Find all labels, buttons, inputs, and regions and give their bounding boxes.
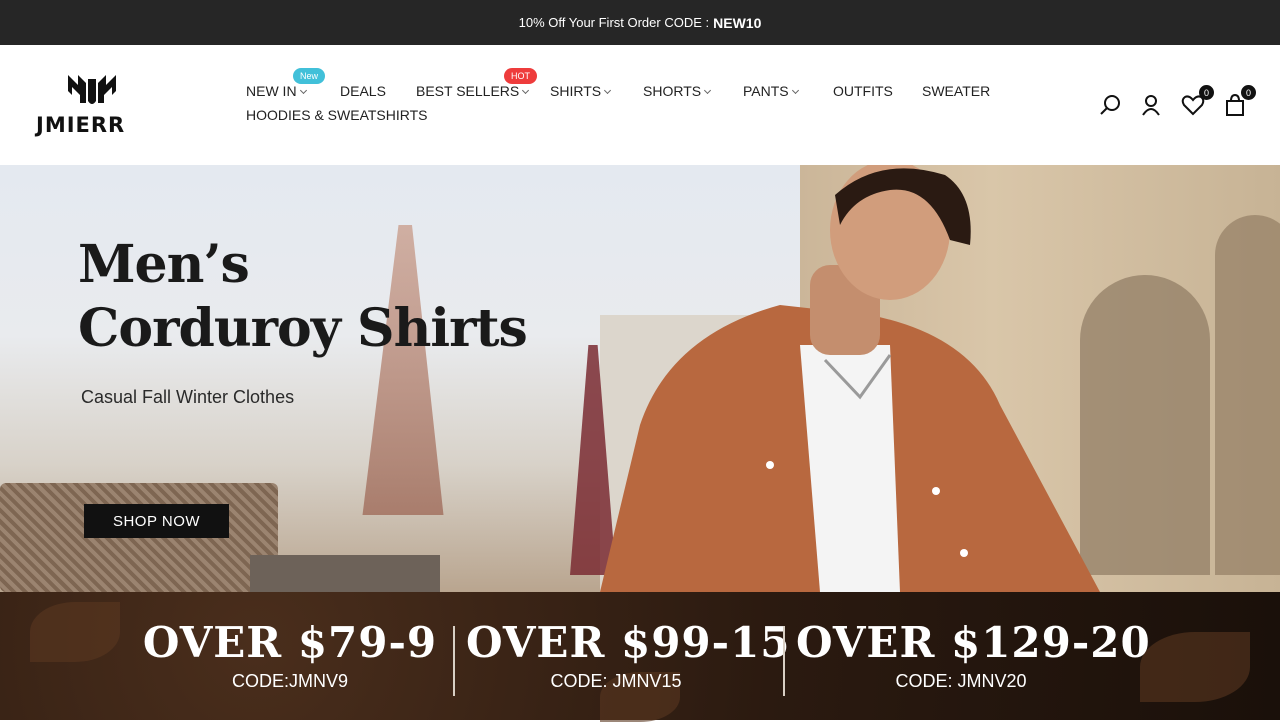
nav-item-pants[interactable]: PANTS [743, 83, 799, 99]
promo-offer-amount: OVER $99-15 [466, 618, 791, 667]
nav-item-label: NEW IN [246, 83, 297, 99]
model-photo [600, 165, 1100, 592]
hero-banner[interactable]: Men’s Corduroy Shirts Casual Fall Winter… [0, 165, 1280, 592]
divider [453, 626, 455, 696]
background-table [250, 555, 440, 592]
leaf-decoration [30, 602, 120, 662]
promo-offer-code: CODE:JMNV9 [231, 671, 348, 691]
nav-item-sweater[interactable]: SWEATER [922, 83, 990, 99]
nav-item-shirts[interactable]: SHIRTS [550, 83, 612, 99]
nav-item-label: HOODIES & SWEATSHIRTS [246, 107, 428, 123]
leaf-decoration [1140, 632, 1250, 702]
background-arch [1215, 215, 1280, 575]
chevron-down-icon [791, 86, 799, 95]
nav-item-label: SHIRTS [550, 83, 602, 99]
announcement-text: 10% Off Your First Order CODE : [518, 15, 710, 30]
divider [783, 626, 785, 696]
promo-offer-amount: OVER $79-9 [142, 618, 438, 667]
site-header: JMIERR NEW IN New DEALS BEST SELLERS HOT… [0, 45, 1280, 165]
hero-title: Men’s Corduroy Shirts [78, 233, 528, 361]
announcement-code: NEW10 [713, 14, 762, 31]
logo-mark-icon [68, 75, 116, 104]
nav-item-hoodies[interactable]: HOODIES & SWEATSHIRTS [246, 107, 428, 123]
nav-item-label: BEST SELLERS [416, 83, 520, 99]
brand-logo[interactable]: JMIERR [36, 73, 152, 137]
new-badge: New [293, 68, 326, 84]
promo-offer-code: CODE: JMNV20 [895, 671, 1027, 691]
search-icon[interactable] [1098, 91, 1124, 119]
account-icon[interactable] [1138, 91, 1164, 119]
promo-offer: OVER $99-15 CODE: JMNV15 [466, 618, 791, 692]
promo-offer: OVER $129-20 CODE: JMNV20 [796, 618, 1151, 692]
promo-offer: OVER $79-9 CODE:JMNV9 [140, 618, 440, 692]
announcement-bar: 10% Off Your First Order CODE : NEW10 [0, 0, 1280, 45]
chevron-down-icon [604, 86, 612, 95]
nav-item-label: OUTFITS [833, 83, 893, 99]
brand-name: JMIERR [36, 113, 126, 137]
cart-icon[interactable]: 0 [1222, 85, 1256, 119]
nav-item-best-sellers[interactable]: BEST SELLERS HOT [416, 68, 537, 99]
promo-offer-code: CODE: JMNV15 [550, 671, 682, 691]
hero-title-line: Corduroy Shirts [78, 298, 528, 359]
nav-item-label: SWEATER [922, 83, 991, 99]
wishlist-icon[interactable]: 0 [1180, 85, 1214, 119]
promo-banner[interactable]: OVER $79-9 CODE:JMNV9 OVER $99-15 CODE: … [0, 592, 1280, 722]
hot-badge: HOT [504, 68, 537, 84]
promo-offer-amount: OVER $129-20 [796, 618, 1151, 667]
chevron-down-icon [704, 86, 712, 95]
chevron-down-icon [299, 86, 307, 95]
nav-item-label: DEALS [340, 83, 386, 99]
nav-item-outfits[interactable]: OUTFITS [833, 83, 893, 99]
nav-item-new-in[interactable]: NEW IN New [246, 68, 326, 99]
hero-title-line: Men’s [78, 234, 250, 295]
wishlist-count: 0 [1199, 85, 1214, 100]
cart-count: 0 [1241, 85, 1256, 100]
shop-now-button[interactable]: SHOP NOW [84, 504, 229, 538]
nav-item-deals[interactable]: DEALS [340, 83, 386, 99]
nav-item-shorts[interactable]: SHORTS [643, 83, 712, 99]
hero-subtitle: Casual Fall Winter Clothes [81, 387, 295, 407]
nav-item-label: SHORTS [643, 83, 702, 99]
chevron-down-icon [522, 86, 530, 95]
nav-item-label: PANTS [743, 83, 789, 99]
